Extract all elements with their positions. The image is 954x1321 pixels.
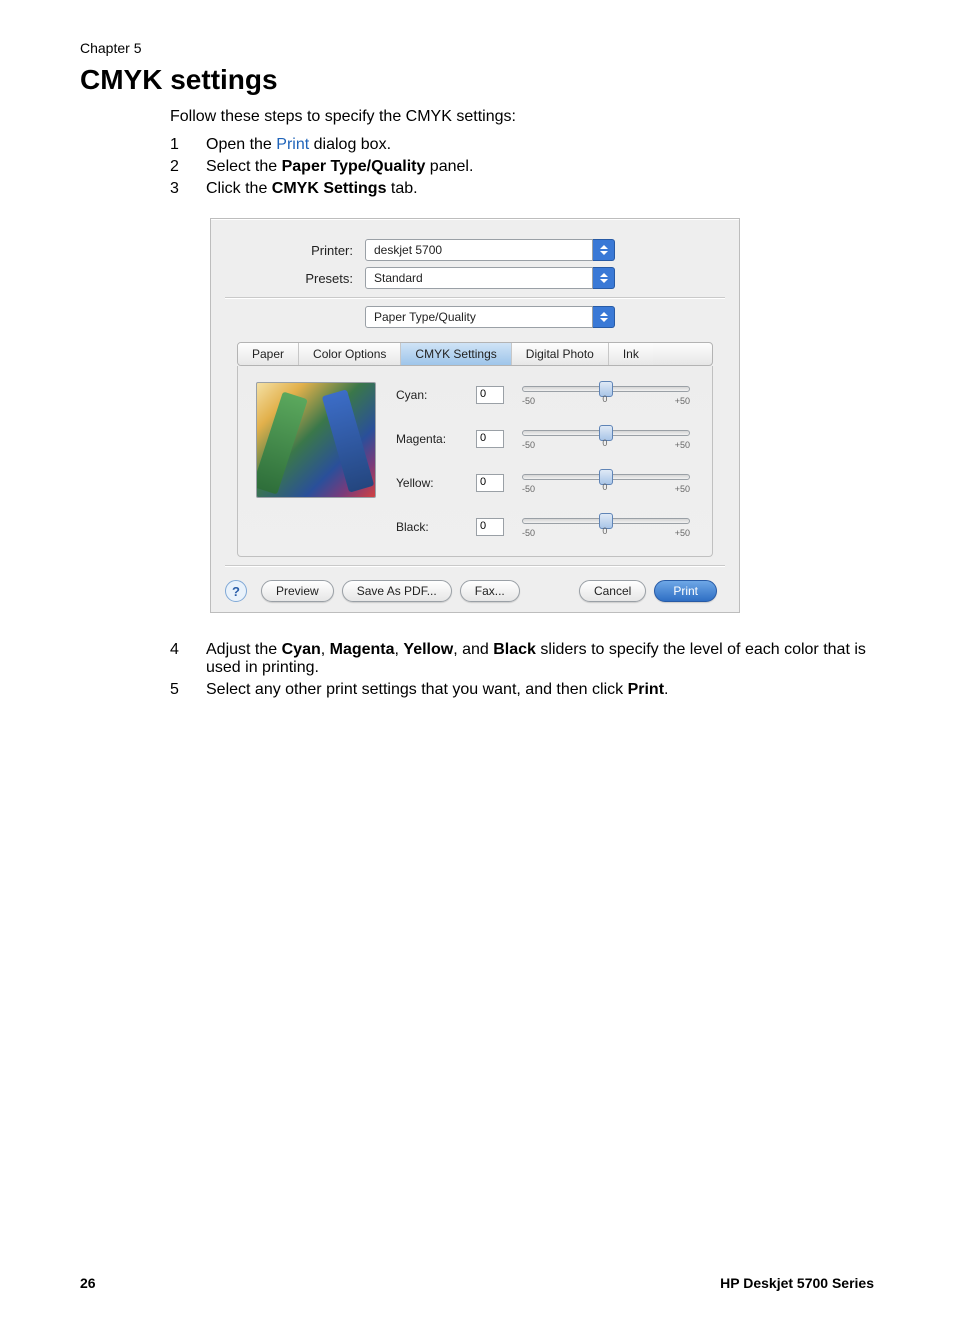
step-1: 1 Open the Print dialog box. bbox=[170, 136, 874, 154]
page-number: 26 bbox=[80, 1275, 96, 1291]
presets-select[interactable]: Standard bbox=[365, 267, 615, 289]
page-footer: 26 HP Deskjet 5700 Series bbox=[80, 1275, 874, 1291]
updown-icon bbox=[593, 306, 615, 328]
help-icon[interactable]: ? bbox=[225, 580, 247, 602]
cyan-label: Cyan: bbox=[396, 388, 468, 402]
tab-bar: Paper Color Options CMYK Settings Digita… bbox=[237, 342, 713, 366]
step-number: 5 bbox=[170, 681, 206, 699]
black-slider[interactable]: -500+50 bbox=[518, 514, 694, 540]
page-title: CMYK settings bbox=[80, 64, 874, 96]
magenta-value[interactable]: 0 bbox=[476, 430, 504, 448]
fax-button[interactable]: Fax... bbox=[460, 580, 520, 602]
step-4: 4 Adjust the Cyan, Magenta, Yellow, and … bbox=[170, 641, 874, 677]
model-label: HP Deskjet 5700 Series bbox=[720, 1275, 874, 1291]
steps-bottom: 4 Adjust the Cyan, Magenta, Yellow, and … bbox=[170, 641, 874, 699]
printer-label: Printer: bbox=[225, 243, 365, 258]
yellow-value[interactable]: 0 bbox=[476, 474, 504, 492]
step-text: Adjust the Cyan, Magenta, Yellow, and Bl… bbox=[206, 641, 874, 677]
step-number: 2 bbox=[170, 158, 206, 176]
print-button[interactable]: Print bbox=[654, 580, 717, 602]
preview-thumbnail bbox=[256, 382, 376, 498]
section-value: Paper Type/Quality bbox=[365, 306, 593, 328]
cyan-slider[interactable]: -500+50 bbox=[518, 382, 694, 408]
black-value[interactable]: 0 bbox=[476, 518, 504, 536]
tab-cmyk-settings[interactable]: CMYK Settings bbox=[401, 343, 511, 365]
intro-text: Follow these steps to specify the CMYK s… bbox=[170, 108, 874, 126]
yellow-slider[interactable]: -500+50 bbox=[518, 470, 694, 496]
section-select[interactable]: Paper Type/Quality bbox=[365, 306, 615, 328]
printer-value: deskjet 5700 bbox=[365, 239, 593, 261]
print-link[interactable]: Print bbox=[276, 136, 309, 153]
updown-icon bbox=[593, 239, 615, 261]
cancel-button[interactable]: Cancel bbox=[579, 580, 646, 602]
magenta-label: Magenta: bbox=[396, 432, 468, 446]
tab-ink[interactable]: Ink bbox=[609, 343, 653, 365]
step-number: 1 bbox=[170, 136, 206, 154]
magenta-slider[interactable]: -500+50 bbox=[518, 426, 694, 452]
printer-select[interactable]: deskjet 5700 bbox=[365, 239, 615, 261]
step-number: 4 bbox=[170, 641, 206, 677]
chapter-label: Chapter 5 bbox=[80, 40, 874, 56]
step-text: Select any other print settings that you… bbox=[206, 681, 874, 699]
steps-top: 1 Open the Print dialog box. 2 Select th… bbox=[170, 136, 874, 198]
presets-value: Standard bbox=[365, 267, 593, 289]
cmyk-sliders: Cyan: 0 -500+50 Magenta: 0 -500+50 bbox=[396, 382, 694, 540]
step-text: Click the CMYK Settings tab. bbox=[206, 180, 874, 198]
step-3: 3 Click the CMYK Settings tab. bbox=[170, 180, 874, 198]
tab-paper[interactable]: Paper bbox=[238, 343, 299, 365]
yellow-label: Yellow: bbox=[396, 476, 468, 490]
black-label: Black: bbox=[396, 520, 468, 534]
presets-label: Presets: bbox=[225, 271, 365, 286]
cyan-value[interactable]: 0 bbox=[476, 386, 504, 404]
step-text: Open the Print dialog box. bbox=[206, 136, 874, 154]
print-dialog: Printer: deskjet 5700 Presets: Standard … bbox=[210, 218, 740, 613]
updown-icon bbox=[593, 267, 615, 289]
divider bbox=[225, 297, 725, 298]
step-text: Select the Paper Type/Quality panel. bbox=[206, 158, 874, 176]
tab-digital-photo[interactable]: Digital Photo bbox=[512, 343, 609, 365]
step-2: 2 Select the Paper Type/Quality panel. bbox=[170, 158, 874, 176]
step-number: 3 bbox=[170, 180, 206, 198]
save-as-pdf-button[interactable]: Save As PDF... bbox=[342, 580, 452, 602]
tab-body: Cyan: 0 -500+50 Magenta: 0 -500+50 bbox=[237, 366, 713, 557]
step-5: 5 Select any other print settings that y… bbox=[170, 681, 874, 699]
preview-button[interactable]: Preview bbox=[261, 580, 334, 602]
tab-color-options[interactable]: Color Options bbox=[299, 343, 401, 365]
divider bbox=[225, 565, 725, 566]
